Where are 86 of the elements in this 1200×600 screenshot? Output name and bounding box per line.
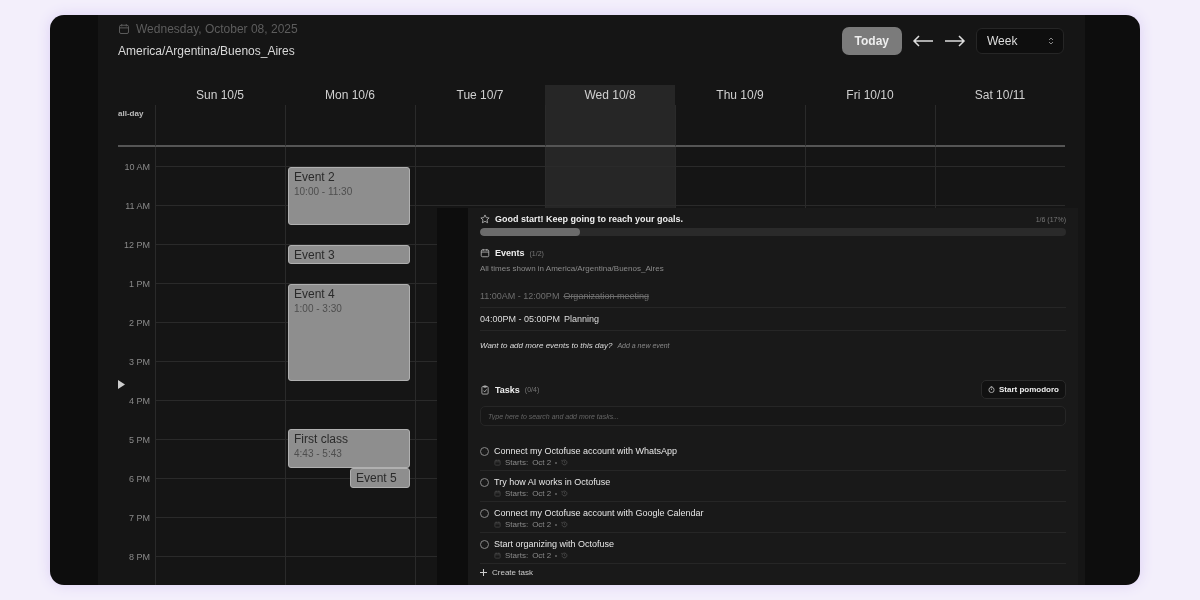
event-time: 11:00AM - 12:00PM bbox=[480, 291, 560, 301]
task-date: Oct 2 bbox=[532, 551, 552, 560]
all-day-cell[interactable] bbox=[675, 105, 805, 147]
day-header[interactable]: Fri 10/10 bbox=[805, 85, 935, 105]
history-icon bbox=[561, 459, 569, 466]
hour-label: 8 PM bbox=[129, 551, 150, 562]
calendar-icon bbox=[494, 459, 501, 466]
event-title[interactable]: Planning bbox=[564, 314, 600, 324]
all-day-cell[interactable] bbox=[285, 105, 415, 147]
event-title: Event 4 bbox=[294, 286, 336, 301]
hour-label: 2 PM bbox=[129, 317, 150, 328]
calendar-event[interactable]: Event 5 bbox=[350, 467, 410, 489]
all-day-cell[interactable] bbox=[935, 105, 1065, 147]
task-title[interactable]: Connect my Octofuse account with WhatsApp bbox=[494, 446, 678, 456]
plus-icon bbox=[480, 569, 487, 576]
calendar-event[interactable]: Event 2 10:00 - 11:30 bbox=[288, 166, 410, 225]
task-title[interactable]: Start organizing with Octofuse bbox=[494, 539, 615, 549]
event-row[interactable]: 11:00AM - 12:00PM Organization meeting bbox=[480, 285, 1066, 308]
next-arrow-icon[interactable] bbox=[944, 35, 966, 47]
calendar-event[interactable]: Event 3 bbox=[288, 244, 410, 264]
star-icon bbox=[480, 214, 490, 224]
hour-label: 3 PM bbox=[129, 356, 150, 367]
calendar-icon bbox=[494, 521, 501, 528]
add-events-prompt: Want to add more events to this day? bbox=[480, 341, 613, 350]
all-day-cell[interactable] bbox=[545, 105, 675, 147]
day-header[interactable]: Wed 10/8 bbox=[545, 85, 675, 105]
event-title: Event 5 bbox=[356, 470, 398, 485]
event-time: 1:00 - 3:30 bbox=[294, 302, 343, 314]
event-title: Event 2 bbox=[294, 169, 336, 184]
hour-label: 10 AM bbox=[124, 161, 150, 172]
task-date: Oct 2 bbox=[532, 489, 552, 498]
view-select[interactable]: Week bbox=[976, 28, 1064, 54]
hour-label: 1 PM bbox=[129, 278, 150, 289]
day-header[interactable]: Mon 10/6 bbox=[285, 85, 415, 105]
calendar-icon bbox=[494, 552, 501, 559]
current-time-icon bbox=[118, 380, 125, 389]
all-day-cell[interactable] bbox=[805, 105, 935, 147]
goal-message: Good start! Keep going to reach your goals. bbox=[495, 214, 684, 224]
history-icon bbox=[561, 490, 569, 497]
calendar-icon bbox=[480, 248, 490, 258]
start-pomodoro-button[interactable]: Start pomodoro bbox=[981, 380, 1066, 399]
starts-label: Starts: bbox=[505, 520, 529, 529]
event-time: 04:00PM - 05:00PM bbox=[480, 314, 561, 324]
event-row[interactable]: 04:00PM - 05:00PM Planning bbox=[480, 308, 1066, 331]
hour-label: 4 PM bbox=[129, 395, 150, 406]
event-time: 4:43 - 5:43 bbox=[294, 447, 343, 459]
starts-label: Starts: bbox=[505, 458, 529, 467]
starts-label: Starts: bbox=[505, 551, 529, 560]
timer-icon bbox=[988, 386, 995, 393]
event-time: 10:00 - 11:30 bbox=[294, 185, 354, 197]
starts-label: Starts: bbox=[505, 489, 529, 498]
previous-arrow-icon[interactable] bbox=[912, 35, 934, 47]
calendar-event[interactable]: Event 4 1:00 - 3:30 bbox=[288, 283, 410, 381]
calendar-icon bbox=[494, 490, 501, 497]
task-date: Oct 2 bbox=[532, 520, 552, 529]
section-title: Tasks bbox=[495, 384, 520, 395]
timezone-note: All times shown in America/Argentina/Buenos_Aires bbox=[480, 264, 665, 273]
hour-label: 11 AM bbox=[125, 200, 150, 211]
history-icon bbox=[561, 521, 569, 528]
all-day-cell[interactable] bbox=[155, 105, 285, 147]
chevron-up-down-icon bbox=[1047, 36, 1055, 46]
clipboard-icon bbox=[480, 384, 490, 395]
hour-label: 6 PM bbox=[129, 473, 150, 484]
event-title[interactable]: Organization meeting bbox=[563, 291, 649, 301]
hour-label: 7 PM bbox=[129, 512, 150, 523]
task-date: Oct 2 bbox=[532, 458, 552, 467]
history-icon bbox=[561, 552, 569, 559]
day-header[interactable]: Sat 10/11 bbox=[935, 85, 1065, 105]
section-title: Events bbox=[495, 248, 525, 258]
timezone-label: America/Argentina/Buenos_Aires bbox=[118, 44, 296, 58]
event-title: Event 3 bbox=[294, 247, 336, 262]
day-header[interactable]: Sun 10/5 bbox=[155, 85, 285, 105]
current-date: Wednesday, October 08, 2025 bbox=[136, 22, 298, 36]
task-title[interactable]: Connect my Octofuse account with Google Calendar bbox=[494, 508, 704, 518]
event-title: First class bbox=[294, 431, 349, 446]
hour-label: 12 PM bbox=[124, 239, 150, 250]
day-header[interactable]: Thu 10/9 bbox=[675, 85, 805, 105]
today-button[interactable]: Today bbox=[841, 27, 902, 55]
task-title[interactable]: Try how AI works in Octofuse bbox=[494, 477, 611, 487]
calendar-event[interactable]: First class 4:43 - 5:43 bbox=[288, 428, 410, 468]
calendar-icon bbox=[118, 23, 130, 35]
create-task-button[interactable]: Create task bbox=[492, 568, 533, 577]
all-day-label: all-day bbox=[118, 108, 145, 118]
hour-label: 5 PM bbox=[129, 434, 150, 445]
day-header[interactable]: Tue 10/7 bbox=[415, 85, 545, 105]
day-column[interactable]: Event 2 10:00 - 11:30 Event 3 Event 4 1:00 - 3:30 First class 4:43 - 5:43 Event 5 bbox=[285, 147, 415, 585]
